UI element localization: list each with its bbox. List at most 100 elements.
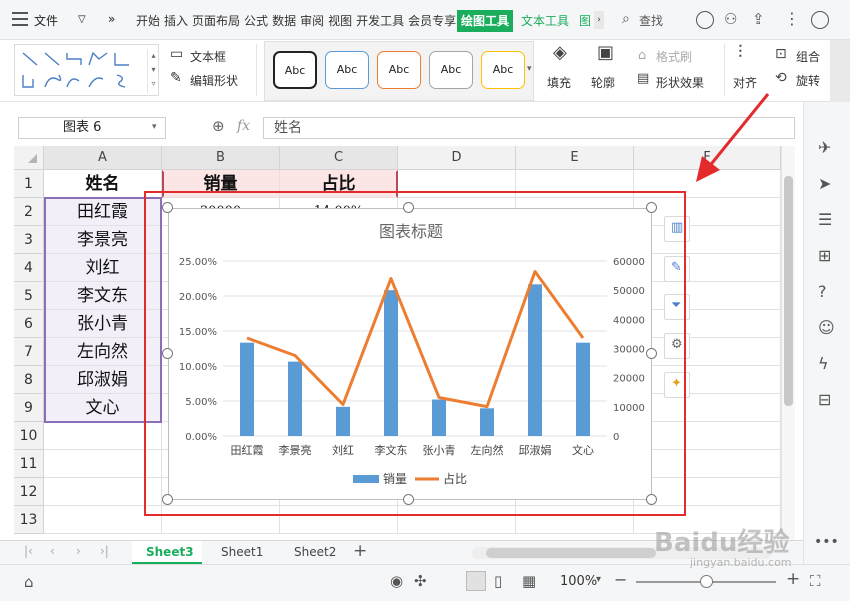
zoom-dropdown-icon[interactable]: ▾ bbox=[596, 574, 601, 585]
connector-shapes-icon[interactable] bbox=[19, 49, 137, 93]
row-header-7[interactable]: 7 bbox=[14, 338, 44, 366]
menu-tab-0[interactable]: 开始 bbox=[136, 14, 160, 28]
row-header-3[interactable]: 3 bbox=[14, 226, 44, 254]
share-user-icon[interactable]: ⚇ bbox=[724, 10, 737, 28]
column-header-e[interactable]: E bbox=[516, 146, 634, 170]
layout-icon[interactable]: ⊞ bbox=[818, 246, 831, 265]
robot-icon[interactable]: ☺ bbox=[818, 318, 835, 337]
menu-tab-1[interactable]: 插入 bbox=[164, 14, 188, 28]
next-sheet-icon[interactable]: › bbox=[76, 544, 81, 558]
row-header-2[interactable]: 2 bbox=[14, 198, 44, 226]
search-label[interactable]: 查找 bbox=[639, 12, 663, 29]
name-box[interactable]: 图表 6 bbox=[18, 117, 166, 139]
row-header-12[interactable]: 12 bbox=[14, 478, 44, 506]
edit-shape-icon[interactable]: ✎ bbox=[170, 70, 182, 86]
macro-record-icon[interactable]: ⌂ bbox=[24, 573, 34, 591]
fullscreen-icon[interactable]: ⛶ bbox=[810, 572, 821, 590]
style-more-icon[interactable]: ▾ bbox=[527, 64, 532, 74]
fill-bucket-icon[interactable]: ◈ bbox=[553, 42, 567, 63]
row-header-10[interactable]: 10 bbox=[14, 422, 44, 450]
menu-tab-2[interactable]: 页面布局 bbox=[192, 14, 240, 28]
horizontal-scroll-thumb[interactable] bbox=[486, 548, 656, 558]
gallery-scroll[interactable]: ▴ ▾ ▿ bbox=[147, 49, 159, 93]
name-box-dropdown-icon[interactable]: ▾ bbox=[152, 122, 157, 132]
outline-icon[interactable]: ▣ bbox=[597, 42, 614, 63]
normal-view-button[interactable] bbox=[466, 571, 486, 591]
vertical-scrollbar[interactable] bbox=[781, 146, 795, 540]
menu-tab-4[interactable]: 数据 bbox=[272, 14, 296, 28]
page-layout-icon[interactable]: ▯ bbox=[494, 572, 502, 590]
vertical-scroll-thumb[interactable] bbox=[784, 176, 793, 406]
row-header-13[interactable]: 13 bbox=[14, 506, 44, 534]
shape-style-3[interactable]: Abc bbox=[429, 51, 473, 89]
row-header-5[interactable]: 5 bbox=[14, 282, 44, 310]
group-icon[interactable]: ⊡ bbox=[775, 46, 787, 62]
last-sheet-icon[interactable]: ›| bbox=[100, 544, 109, 558]
row-header-8[interactable]: 8 bbox=[14, 366, 44, 394]
edit-shape-button[interactable]: 编辑形状 bbox=[190, 72, 238, 89]
prev-sheet-icon[interactable]: ‹ bbox=[50, 544, 55, 558]
more-icon[interactable]: ⋮ bbox=[784, 9, 800, 28]
column-header-a[interactable]: A bbox=[44, 146, 162, 170]
shape-style-4[interactable]: Abc bbox=[481, 51, 525, 89]
hamburger-menu-icon[interactable] bbox=[12, 12, 28, 26]
menu-more[interactable]: » bbox=[108, 12, 115, 26]
rocket-icon[interactable]: ✈ bbox=[818, 138, 831, 157]
book-search-icon[interactable]: ⊟ bbox=[818, 390, 831, 409]
shape-effects-button[interactable]: 形状效果 bbox=[656, 74, 704, 91]
tab-chart-tools[interactable]: 图 bbox=[579, 12, 591, 29]
lightning-icon[interactable]: ϟ bbox=[818, 354, 829, 373]
tab-text-tools[interactable]: 文本工具 bbox=[521, 12, 569, 29]
shape-style-2[interactable]: Abc bbox=[377, 51, 421, 89]
adjust-icon[interactable]: ☰ bbox=[818, 210, 832, 229]
search-icon[interactable]: ⌕ bbox=[622, 11, 630, 27]
fx-icon[interactable]: fx bbox=[237, 118, 250, 134]
zoom-slider-thumb[interactable] bbox=[700, 575, 713, 588]
sheet-tab-sheet3[interactable]: Sheet3 bbox=[146, 545, 194, 559]
menu-tab-6[interactable]: 视图 bbox=[328, 14, 352, 28]
menu-tab-8[interactable]: 会员专享 bbox=[408, 14, 456, 28]
rotate-icon[interactable]: ⟲ bbox=[775, 70, 787, 86]
sheet-tab-sheet1[interactable]: Sheet1 bbox=[221, 545, 263, 559]
sheet-tab-sheet2[interactable]: Sheet2 bbox=[294, 545, 336, 559]
align-icon[interactable]: ⫶ bbox=[738, 42, 743, 63]
row-header-1[interactable]: 1 bbox=[14, 170, 44, 198]
shape-effects-icon[interactable]: ▤ bbox=[637, 71, 649, 86]
menu-tab-7[interactable]: 开发工具 bbox=[356, 14, 404, 28]
column-header-b[interactable]: B bbox=[162, 146, 280, 170]
group-button[interactable]: 组合 bbox=[796, 48, 820, 65]
more-dots-icon[interactable]: ••• bbox=[814, 534, 839, 550]
fill-button[interactable]: 填充 bbox=[547, 74, 571, 91]
menu-file[interactable]: 文件 bbox=[34, 12, 58, 29]
add-sheet-button[interactable]: + bbox=[353, 541, 367, 561]
zoom-in-button[interactable]: + bbox=[786, 569, 800, 589]
help-icon[interactable]: ? bbox=[818, 282, 827, 301]
first-sheet-icon[interactable]: |‹ bbox=[24, 544, 33, 558]
page-break-icon[interactable]: ▦ bbox=[522, 572, 536, 590]
row-header-4[interactable]: 4 bbox=[14, 254, 44, 282]
tab-drawing-tools[interactable]: 绘图工具 bbox=[457, 10, 514, 32]
shape-gallery[interactable]: ▴ ▾ ▿ bbox=[14, 44, 159, 96]
row-header-6[interactable]: 6 bbox=[14, 310, 44, 338]
shape-style-1[interactable]: Abc bbox=[325, 51, 369, 89]
zoom-out-button[interactable]: − bbox=[614, 570, 627, 589]
select-pointer-icon[interactable]: ➤ bbox=[818, 174, 831, 193]
eye-protection-icon[interactable]: ◉ bbox=[390, 572, 403, 590]
rotate-button[interactable]: 旋转 bbox=[796, 72, 820, 89]
select-all-corner[interactable] bbox=[14, 146, 44, 170]
textbox-icon[interactable]: ▭ bbox=[170, 46, 183, 62]
zoom-level[interactable]: 100% bbox=[560, 574, 597, 589]
scroll-right-icon[interactable]: › bbox=[594, 11, 604, 29]
ribbon-scroll-icon[interactable] bbox=[830, 40, 850, 102]
menu-tab-5[interactable]: 审阅 bbox=[300, 14, 324, 28]
row-header-9[interactable]: 9 bbox=[14, 394, 44, 422]
shape-style-0[interactable]: Abc bbox=[273, 51, 317, 89]
cross-highlight-icon[interactable]: ✣ bbox=[414, 572, 427, 590]
collapse-ribbon-icon[interactable] bbox=[811, 11, 829, 29]
column-header-d[interactable]: D bbox=[398, 146, 516, 170]
chevron-down-icon[interactable]: ▽ bbox=[78, 14, 86, 25]
zoom-icon[interactable]: ⊕ bbox=[212, 117, 225, 135]
row-header-11[interactable]: 11 bbox=[14, 450, 44, 478]
menu-tab-3[interactable]: 公式 bbox=[244, 14, 268, 28]
column-header-c[interactable]: C bbox=[280, 146, 398, 170]
